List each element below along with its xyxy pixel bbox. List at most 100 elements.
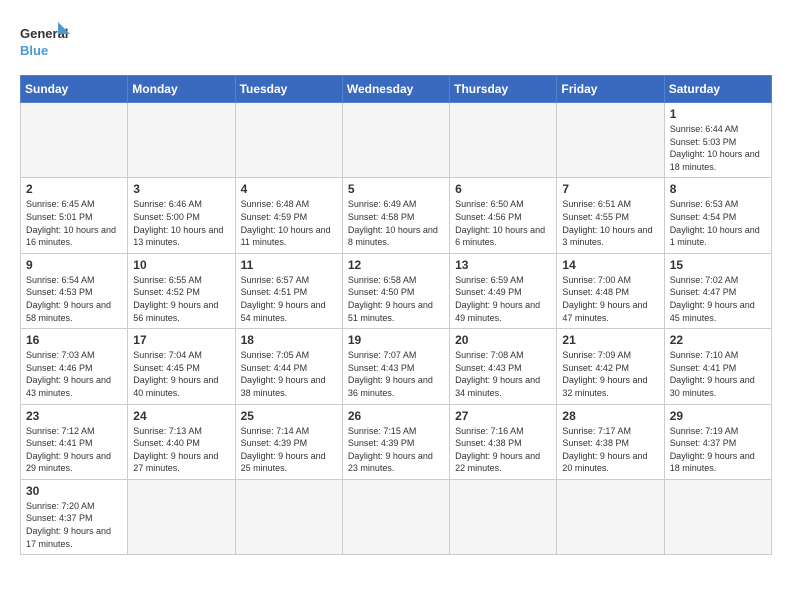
weekday-header-sunday: Sunday [21,76,128,103]
day-info: Sunrise: 7:14 AM Sunset: 4:39 PM Dayligh… [241,425,337,475]
day-number: 14 [562,258,658,272]
day-info: Sunrise: 6:48 AM Sunset: 4:59 PM Dayligh… [241,198,337,248]
day-info: Sunrise: 7:07 AM Sunset: 4:43 PM Dayligh… [348,349,444,399]
day-number: 12 [348,258,444,272]
day-number: 15 [670,258,766,272]
calendar-cell: 22Sunrise: 7:10 AM Sunset: 4:41 PM Dayli… [664,329,771,404]
day-number: 10 [133,258,229,272]
day-number: 8 [670,182,766,196]
week-row-5: 23 Sunrise: 7:12 AM Sunset: 4:41 PM Dayli… [21,404,772,479]
weekday-header-thursday: Thursday [450,76,557,103]
calendar-cell: 5 Sunrise: 6:49 AM Sunset: 4:58 PM Daylig… [342,178,449,253]
day-number: 29 [670,409,766,423]
day-number: 1 [670,107,766,121]
logo: General Blue [20,20,70,65]
day-info: Sunrise: 6:51 AM Sunset: 4:55 PM Dayligh… [562,198,658,248]
day-info: Sunrise: 6:57 AM Sunset: 4:51 PM Dayligh… [241,274,337,324]
day-info: Sunrise: 7:05 AM Sunset: 4:44 PM Dayligh… [241,349,337,399]
day-number: 11 [241,258,337,272]
day-info: Sunrise: 7:16 AM Sunset: 4:38 PM Dayligh… [455,425,551,475]
weekday-header-row: SundayMondayTuesdayWednesdayThursdayFrid… [21,76,772,103]
calendar-cell: 30 Sunrise: 7:20 AM Sunset: 4:37 PM Dayli… [21,479,128,554]
day-number: 6 [455,182,551,196]
calendar-cell: 20Sunrise: 7:08 AM Sunset: 4:43 PM Dayli… [450,329,557,404]
calendar-cell: 25 Sunrise: 7:14 AM Sunset: 4:39 PM Dayli… [235,404,342,479]
calendar-cell: 18 Sunrise: 7:05 AM Sunset: 4:44 PM Dayli… [235,329,342,404]
day-info: Sunrise: 6:45 AM Sunset: 5:01 PM Dayligh… [26,198,122,248]
calendar-cell [557,103,664,178]
calendar-cell: 28Sunrise: 7:17 AM Sunset: 4:38 PM Dayli… [557,404,664,479]
day-info: Sunrise: 7:15 AM Sunset: 4:39 PM Dayligh… [348,425,444,475]
calendar-cell [235,479,342,554]
day-info: Sunrise: 7:13 AM Sunset: 4:40 PM Dayligh… [133,425,229,475]
calendar-cell: 11 Sunrise: 6:57 AM Sunset: 4:51 PM Dayli… [235,253,342,328]
weekday-header-friday: Friday [557,76,664,103]
weekday-header-tuesday: Tuesday [235,76,342,103]
calendar-cell: 21Sunrise: 7:09 AM Sunset: 4:42 PM Dayli… [557,329,664,404]
calendar-cell: 10 Sunrise: 6:55 AM Sunset: 4:52 PM Dayli… [128,253,235,328]
calendar-cell: 15 Sunrise: 7:02 AM Sunset: 4:47 PM Dayli… [664,253,771,328]
calendar-cell: 17Sunrise: 7:04 AM Sunset: 4:45 PM Dayli… [128,329,235,404]
header: General Blue [20,20,772,65]
week-row-1: 1 Sunrise: 6:44 AM Sunset: 5:03 PM Daylig… [21,103,772,178]
day-number: 19 [348,333,444,347]
day-number: 16 [26,333,122,347]
day-number: 25 [241,409,337,423]
week-row-4: 16Sunrise: 7:03 AM Sunset: 4:46 PM Dayli… [21,329,772,404]
calendar-cell [21,103,128,178]
weekday-header-saturday: Saturday [664,76,771,103]
week-row-6: 30 Sunrise: 7:20 AM Sunset: 4:37 PM Dayli… [21,479,772,554]
day-info: Sunrise: 6:58 AM Sunset: 4:50 PM Dayligh… [348,274,444,324]
calendar-cell: 16Sunrise: 7:03 AM Sunset: 4:46 PM Dayli… [21,329,128,404]
day-info: Sunrise: 6:49 AM Sunset: 4:58 PM Dayligh… [348,198,444,248]
calendar-cell [450,103,557,178]
day-info: Sunrise: 6:46 AM Sunset: 5:00 PM Dayligh… [133,198,229,248]
day-number: 18 [241,333,337,347]
day-info: Sunrise: 7:10 AM Sunset: 4:41 PM Dayligh… [670,349,766,399]
day-number: 17 [133,333,229,347]
calendar-cell: 24 Sunrise: 7:13 AM Sunset: 4:40 PM Dayli… [128,404,235,479]
calendar-cell: 12 Sunrise: 6:58 AM Sunset: 4:50 PM Dayli… [342,253,449,328]
calendar-cell: 8 Sunrise: 6:53 AM Sunset: 4:54 PM Daylig… [664,178,771,253]
day-info: Sunrise: 6:53 AM Sunset: 4:54 PM Dayligh… [670,198,766,248]
day-number: 7 [562,182,658,196]
day-number: 23 [26,409,122,423]
day-info: Sunrise: 6:44 AM Sunset: 5:03 PM Dayligh… [670,123,766,173]
day-info: Sunrise: 6:54 AM Sunset: 4:53 PM Dayligh… [26,274,122,324]
calendar-cell: 19 Sunrise: 7:07 AM Sunset: 4:43 PM Dayli… [342,329,449,404]
calendar-cell [128,103,235,178]
day-info: Sunrise: 7:20 AM Sunset: 4:37 PM Dayligh… [26,500,122,550]
day-info: Sunrise: 7:12 AM Sunset: 4:41 PM Dayligh… [26,425,122,475]
day-info: Sunrise: 7:02 AM Sunset: 4:47 PM Dayligh… [670,274,766,324]
day-info: Sunrise: 7:08 AM Sunset: 4:43 PM Dayligh… [455,349,551,399]
calendar-cell [342,479,449,554]
calendar-cell [557,479,664,554]
day-info: Sunrise: 7:17 AM Sunset: 4:38 PM Dayligh… [562,425,658,475]
day-number: 5 [348,182,444,196]
calendar-table: SundayMondayTuesdayWednesdayThursdayFrid… [20,75,772,555]
day-number: 27 [455,409,551,423]
day-number: 30 [26,484,122,498]
logo-svg: General Blue [20,20,70,65]
calendar-cell [235,103,342,178]
day-info: Sunrise: 6:55 AM Sunset: 4:52 PM Dayligh… [133,274,229,324]
weekday-header-monday: Monday [128,76,235,103]
day-number: 26 [348,409,444,423]
calendar-cell: 2 Sunrise: 6:45 AM Sunset: 5:01 PM Daylig… [21,178,128,253]
day-number: 21 [562,333,658,347]
calendar-cell: 26 Sunrise: 7:15 AM Sunset: 4:39 PM Dayli… [342,404,449,479]
day-info: Sunrise: 7:00 AM Sunset: 4:48 PM Dayligh… [562,274,658,324]
calendar-cell [128,479,235,554]
day-number: 2 [26,182,122,196]
calendar-cell: 14 Sunrise: 7:00 AM Sunset: 4:48 PM Dayli… [557,253,664,328]
day-info: Sunrise: 7:19 AM Sunset: 4:37 PM Dayligh… [670,425,766,475]
week-row-3: 9Sunrise: 6:54 AM Sunset: 4:53 PM Daylig… [21,253,772,328]
calendar-cell [342,103,449,178]
day-number: 24 [133,409,229,423]
calendar-cell: 4Sunrise: 6:48 AM Sunset: 4:59 PM Daylig… [235,178,342,253]
calendar-cell: 6Sunrise: 6:50 AM Sunset: 4:56 PM Daylig… [450,178,557,253]
calendar-cell [450,479,557,554]
weekday-header-wednesday: Wednesday [342,76,449,103]
calendar-cell: 7 Sunrise: 6:51 AM Sunset: 4:55 PM Daylig… [557,178,664,253]
calendar-cell: 13Sunrise: 6:59 AM Sunset: 4:49 PM Dayli… [450,253,557,328]
